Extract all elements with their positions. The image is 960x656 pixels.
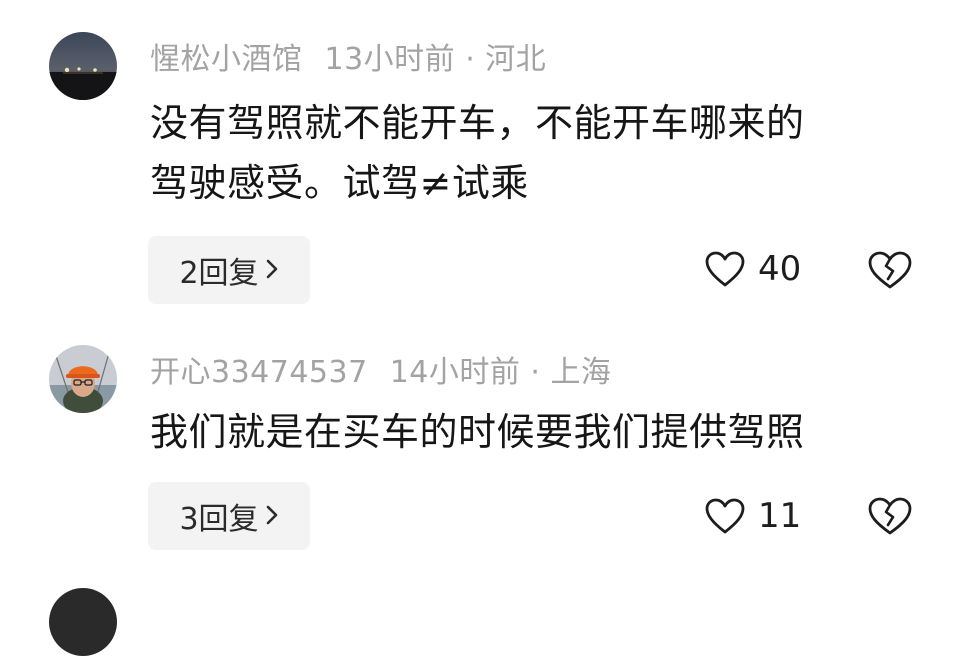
comment-item: 开心33474537 14小时前 · 上海 我们就是在买车的时候要我们提供驾照 3回复… <box>0 0 960 597</box>
comment-time: 14小时前 <box>389 355 521 390</box>
view-replies-button[interactable]: 3回复 <box>148 482 310 550</box>
comment-text-line: 我们就是在买车的时候要我们提供驾照 <box>150 410 805 454</box>
comment-meta: 开心33474537 14小时前 · 上海 <box>150 347 611 391</box>
avatar[interactable] <box>49 345 117 413</box>
dislike-button[interactable] <box>866 496 914 536</box>
like-button[interactable]: 11 <box>704 496 801 536</box>
like-count: 11 <box>758 496 802 536</box>
chevron-right-icon <box>265 499 279 534</box>
avatar-image <box>49 345 117 413</box>
heart-outline-icon <box>704 497 746 535</box>
avatar[interactable] <box>49 588 117 656</box>
comment-text[interactable]: 我们就是在买车的时候要我们提供驾照 <box>150 402 930 462</box>
broken-heart-icon <box>866 496 914 536</box>
comment-location: 上海 <box>550 355 612 390</box>
separator-dot: · <box>530 355 541 390</box>
replies-label: 3回复 <box>179 502 259 537</box>
username[interactable]: 开心33474537 <box>150 355 368 390</box>
